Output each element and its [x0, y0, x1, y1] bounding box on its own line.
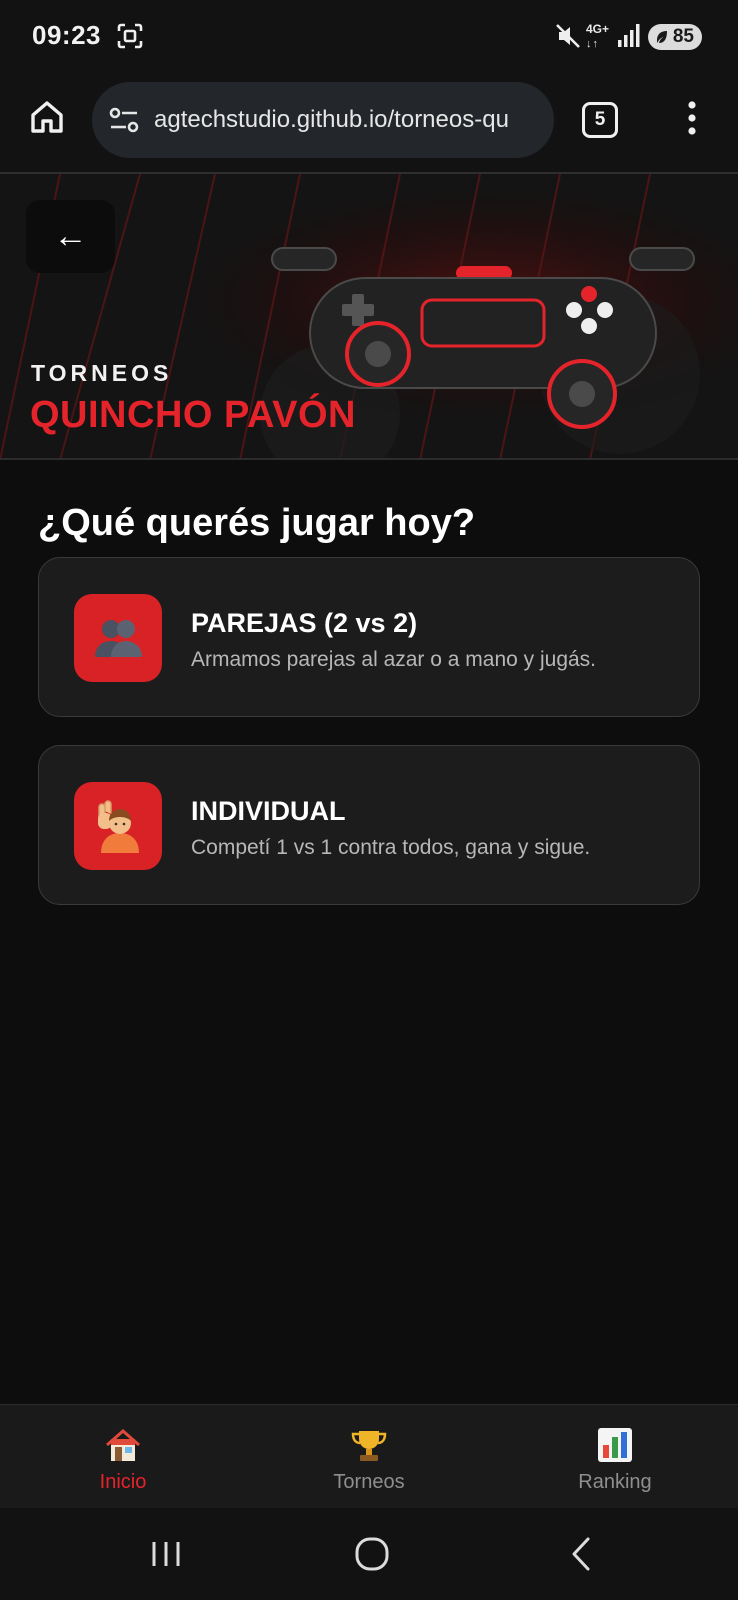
- nav-label: Ranking: [578, 1471, 652, 1493]
- url-bar[interactable]: agtechstudio.github.io/torneos-qu: [92, 82, 554, 158]
- home-icon[interactable]: [28, 98, 66, 136]
- browser-toolbar: agtechstudio.github.io/torneos-qu 5: [0, 74, 738, 174]
- person-raising-hand-icon: [74, 782, 162, 870]
- hero-banner: ← TORNEOS QUINCHO PAVÓN: [0, 174, 738, 460]
- battery-icon: 85: [648, 24, 702, 50]
- screenshot-icon: [117, 23, 143, 49]
- url-text: agtechstudio.github.io/torneos-qu: [154, 106, 509, 133]
- mode-description: Armamos parejas al azar o a mano y jugás…: [191, 648, 597, 671]
- people-icon: [74, 594, 162, 682]
- battery-saver-icon: [657, 31, 667, 43]
- nav-label: Inicio: [99, 1471, 147, 1493]
- mode-card-individual[interactable]: INDIVIDUAL Competí 1 vs 1 contra todos, …: [38, 745, 700, 905]
- mode-card-pairs[interactable]: PAREJAS (2 vs 2) Armamos parejas al azar…: [38, 557, 700, 717]
- site-settings-icon[interactable]: [108, 104, 140, 136]
- house-icon: [106, 1429, 140, 1461]
- system-navigation-bar: [0, 1508, 738, 1600]
- network-indicator: 4G+ ↓↑: [586, 22, 610, 50]
- home-circle-icon[interactable]: [352, 1534, 392, 1574]
- trophy-icon: [351, 1431, 387, 1461]
- mode-title: PAREJAS (2 vs 2): [191, 608, 418, 638]
- bar-chart-icon: [598, 1428, 632, 1462]
- page-heading: ¿Qué querés jugar hoy?: [38, 502, 476, 544]
- hero-title: QUINCHO PAVÓN: [30, 394, 356, 436]
- hero-subtitle: TORNEOS: [31, 360, 173, 386]
- mute-icon: [556, 24, 580, 48]
- recent-apps-icon[interactable]: [146, 1534, 186, 1574]
- bottom-navigation: Inicio Torneos Ranking: [0, 1404, 738, 1508]
- nav-item-inicio[interactable]: Inicio: [0, 1405, 246, 1509]
- mode-title: INDIVIDUAL: [191, 796, 346, 826]
- status-bar: 09:23 4G+ ↓↑ 85: [0, 0, 738, 74]
- more-menu-icon[interactable]: [680, 98, 704, 138]
- battery-level: 85: [672, 26, 694, 47]
- back-chevron-icon[interactable]: [562, 1534, 602, 1574]
- nav-item-torneos[interactable]: Torneos: [246, 1405, 492, 1509]
- nav-label: Torneos: [333, 1471, 405, 1493]
- mode-description: Competí 1 vs 1 contra todos, gana y sigu…: [191, 836, 591, 859]
- signal-icon: [618, 24, 640, 47]
- screen: 09:23 4G+ ↓↑ 85 agtechstudio.github.io/t…: [0, 0, 738, 1600]
- back-button[interactable]: ←: [26, 200, 115, 273]
- tabs-button[interactable]: 5: [582, 102, 618, 138]
- nav-item-ranking[interactable]: Ranking: [492, 1405, 738, 1509]
- status-time: 09:23: [32, 20, 101, 50]
- tab-count: 5: [594, 109, 606, 130]
